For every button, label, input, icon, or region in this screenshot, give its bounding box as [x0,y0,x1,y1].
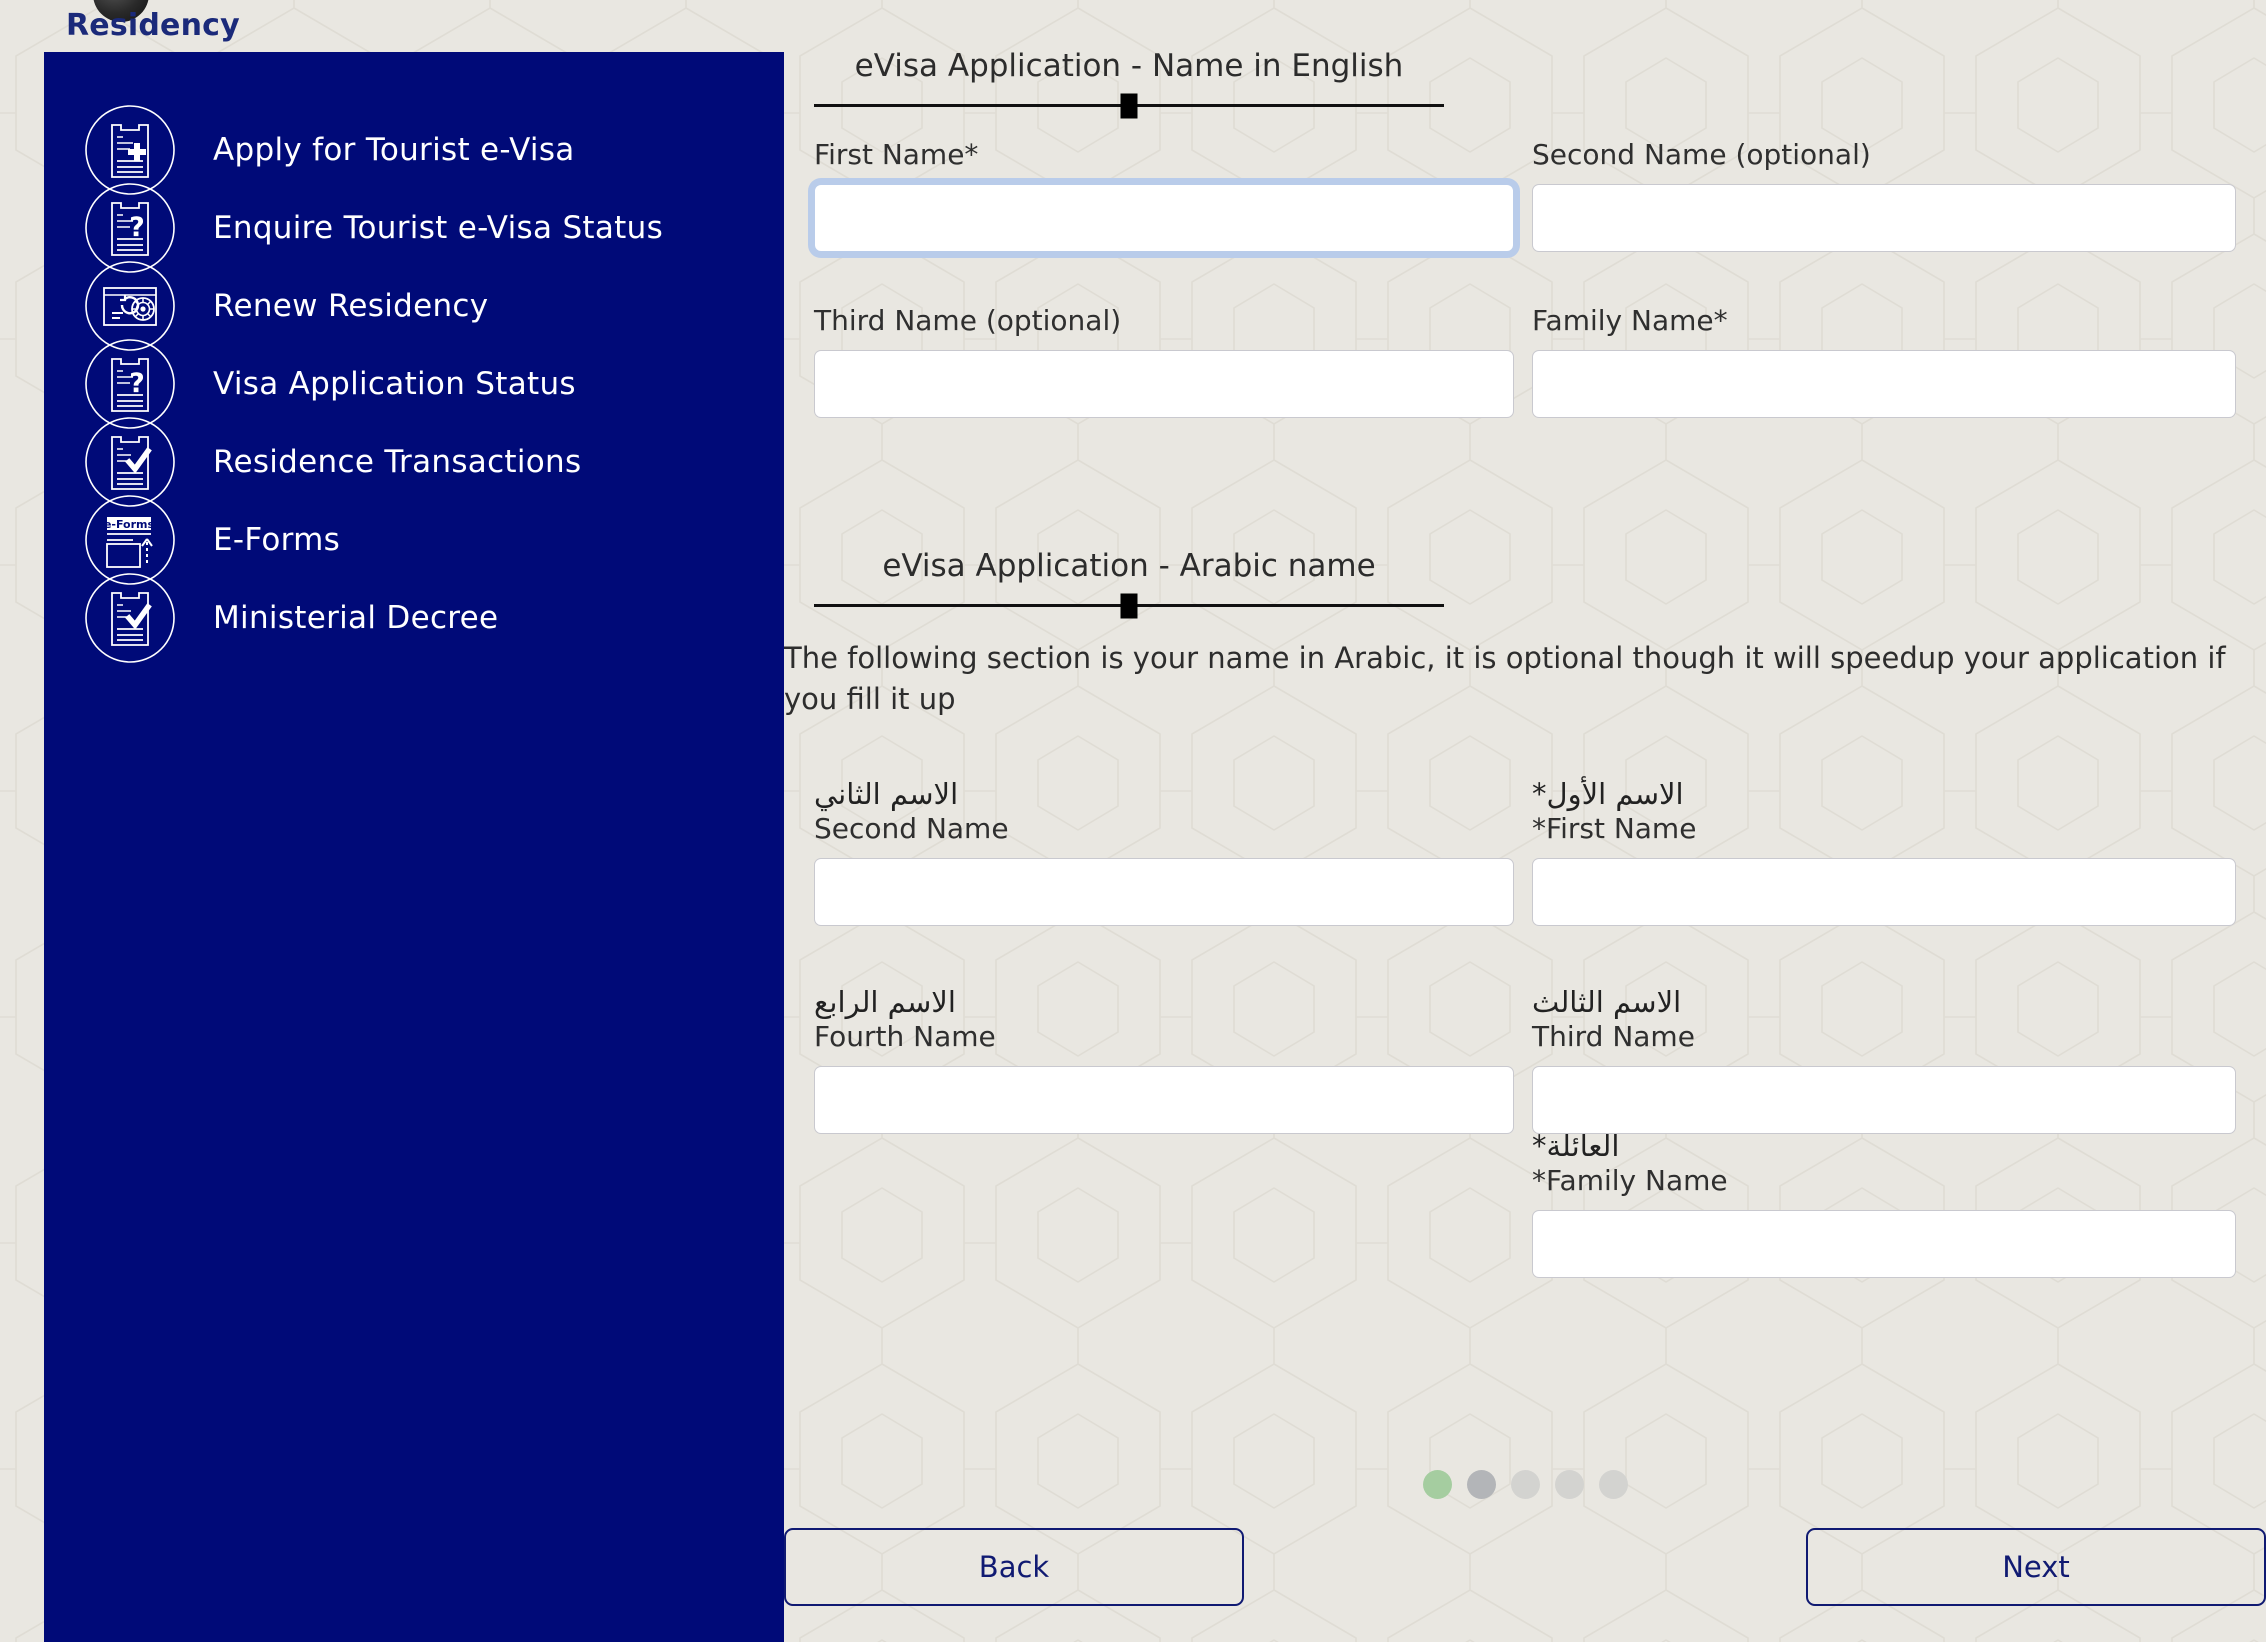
field-first-name: First Name* [814,138,1514,253]
first-name-input[interactable] [814,184,1514,253]
sidebar-item-label: Apply for Tourist e-Visa [213,132,575,168]
field-family-name: Family Name* [1532,304,2236,419]
sidebar-item-label: Ministerial Decree [213,600,499,636]
field-third-name: Third Name (optional) [814,304,1514,419]
arabic-second-name-input[interactable] [814,858,1514,927]
field-label-arabic: الاسم الثالث [1532,985,1682,1019]
section-divider [814,593,1444,618]
section-divider-marker [1120,93,1138,118]
field-arabic-fourth-name: الاسم الرابع Fourth Name [814,984,1514,1135]
document-check-icon [85,573,175,663]
arabic-third-name-input[interactable] [1532,1066,2236,1135]
field-label-english: *First Name [1532,812,1697,846]
english-section-header: eVisa Application - Name in English [814,48,1444,118]
section-divider [814,93,1444,118]
field-label-english: Second Name [814,812,1009,846]
arabic-fourth-name-input[interactable] [814,1066,1514,1135]
svg-text:?: ? [129,212,145,243]
field-arabic-second-name: الاسم الثاني Second Name [814,776,1514,927]
step-pagination [784,1470,2266,1499]
field-arabic-third-name: الاسم الثالث Third Name [1532,984,2236,1135]
family-name-input[interactable] [1532,350,2236,419]
field-label-arabic: الاسم الأول* [1532,777,1684,811]
sidebar-item-label: Visa Application Status [213,366,576,402]
field-label-english: Fourth Name [814,1020,996,1054]
svg-text:e-Forms: e-Forms [104,518,155,531]
arabic-family-name-input[interactable] [1532,1210,2236,1279]
sidebar-item-label: Renew Residency [213,288,489,324]
pagination-dot[interactable] [1598,1470,1628,1499]
third-name-input[interactable] [814,350,1514,419]
field-label-arabic: العائلة* [1532,1129,1620,1163]
second-name-input[interactable] [1532,184,2236,253]
sidebar-item-ministerial-decree[interactable]: Ministerial Decree [44,562,784,674]
back-button[interactable]: Back [784,1528,1244,1606]
arabic-section-title: eVisa Application - Arabic name [882,548,1376,584]
field-label: Family Name* [1532,304,1728,337]
svg-text:?: ? [129,368,145,399]
arabic-section-header: eVisa Application - Arabic name [814,548,1444,618]
english-section-title: eVisa Application - Name in English [854,48,1404,84]
sidebar: Apply for Tourist e-Visa ? Enquire Touri… [44,52,784,1642]
sidebar-item-label: Enquire Tourist e-Visa Status [213,210,664,246]
section-divider-marker [1120,593,1138,618]
field-arabic-first-name: الاسم الأول* *First Name [1532,776,2236,927]
pagination-dot[interactable] [1510,1470,1540,1499]
field-label-english: Third Name [1532,1020,1695,1054]
page-title: Residency [66,8,240,43]
pagination-dot[interactable] [1554,1470,1584,1499]
pagination-dot[interactable] [1466,1470,1496,1499]
evisa-application-form: eVisa Application - Name in English Firs… [784,0,2266,1642]
field-label: First Name* [814,138,979,171]
app-root: Residency Apply for Tourist e-Visa ? Enq… [0,0,2266,1642]
field-label-arabic: الاسم الثاني [814,777,959,811]
field-label: Second Name (optional) [1532,138,1871,171]
sidebar-item-label: E-Forms [213,522,341,558]
field-label: Third Name (optional) [814,304,1122,337]
field-arabic-family-name: العائلة* *Family Name [1532,1128,2236,1279]
sidebar-item-label: Residence Transactions [213,444,582,480]
pagination-dot[interactable] [1422,1470,1452,1499]
field-second-name: Second Name (optional) [1532,138,2236,253]
field-label-arabic: الاسم الرابع [814,985,956,1019]
arabic-first-name-input[interactable] [1532,858,2236,927]
next-button[interactable]: Next [1806,1528,2266,1606]
arabic-section-note: The following section is your name in Ar… [784,641,2226,717]
field-label-english: *Family Name [1532,1164,1728,1198]
